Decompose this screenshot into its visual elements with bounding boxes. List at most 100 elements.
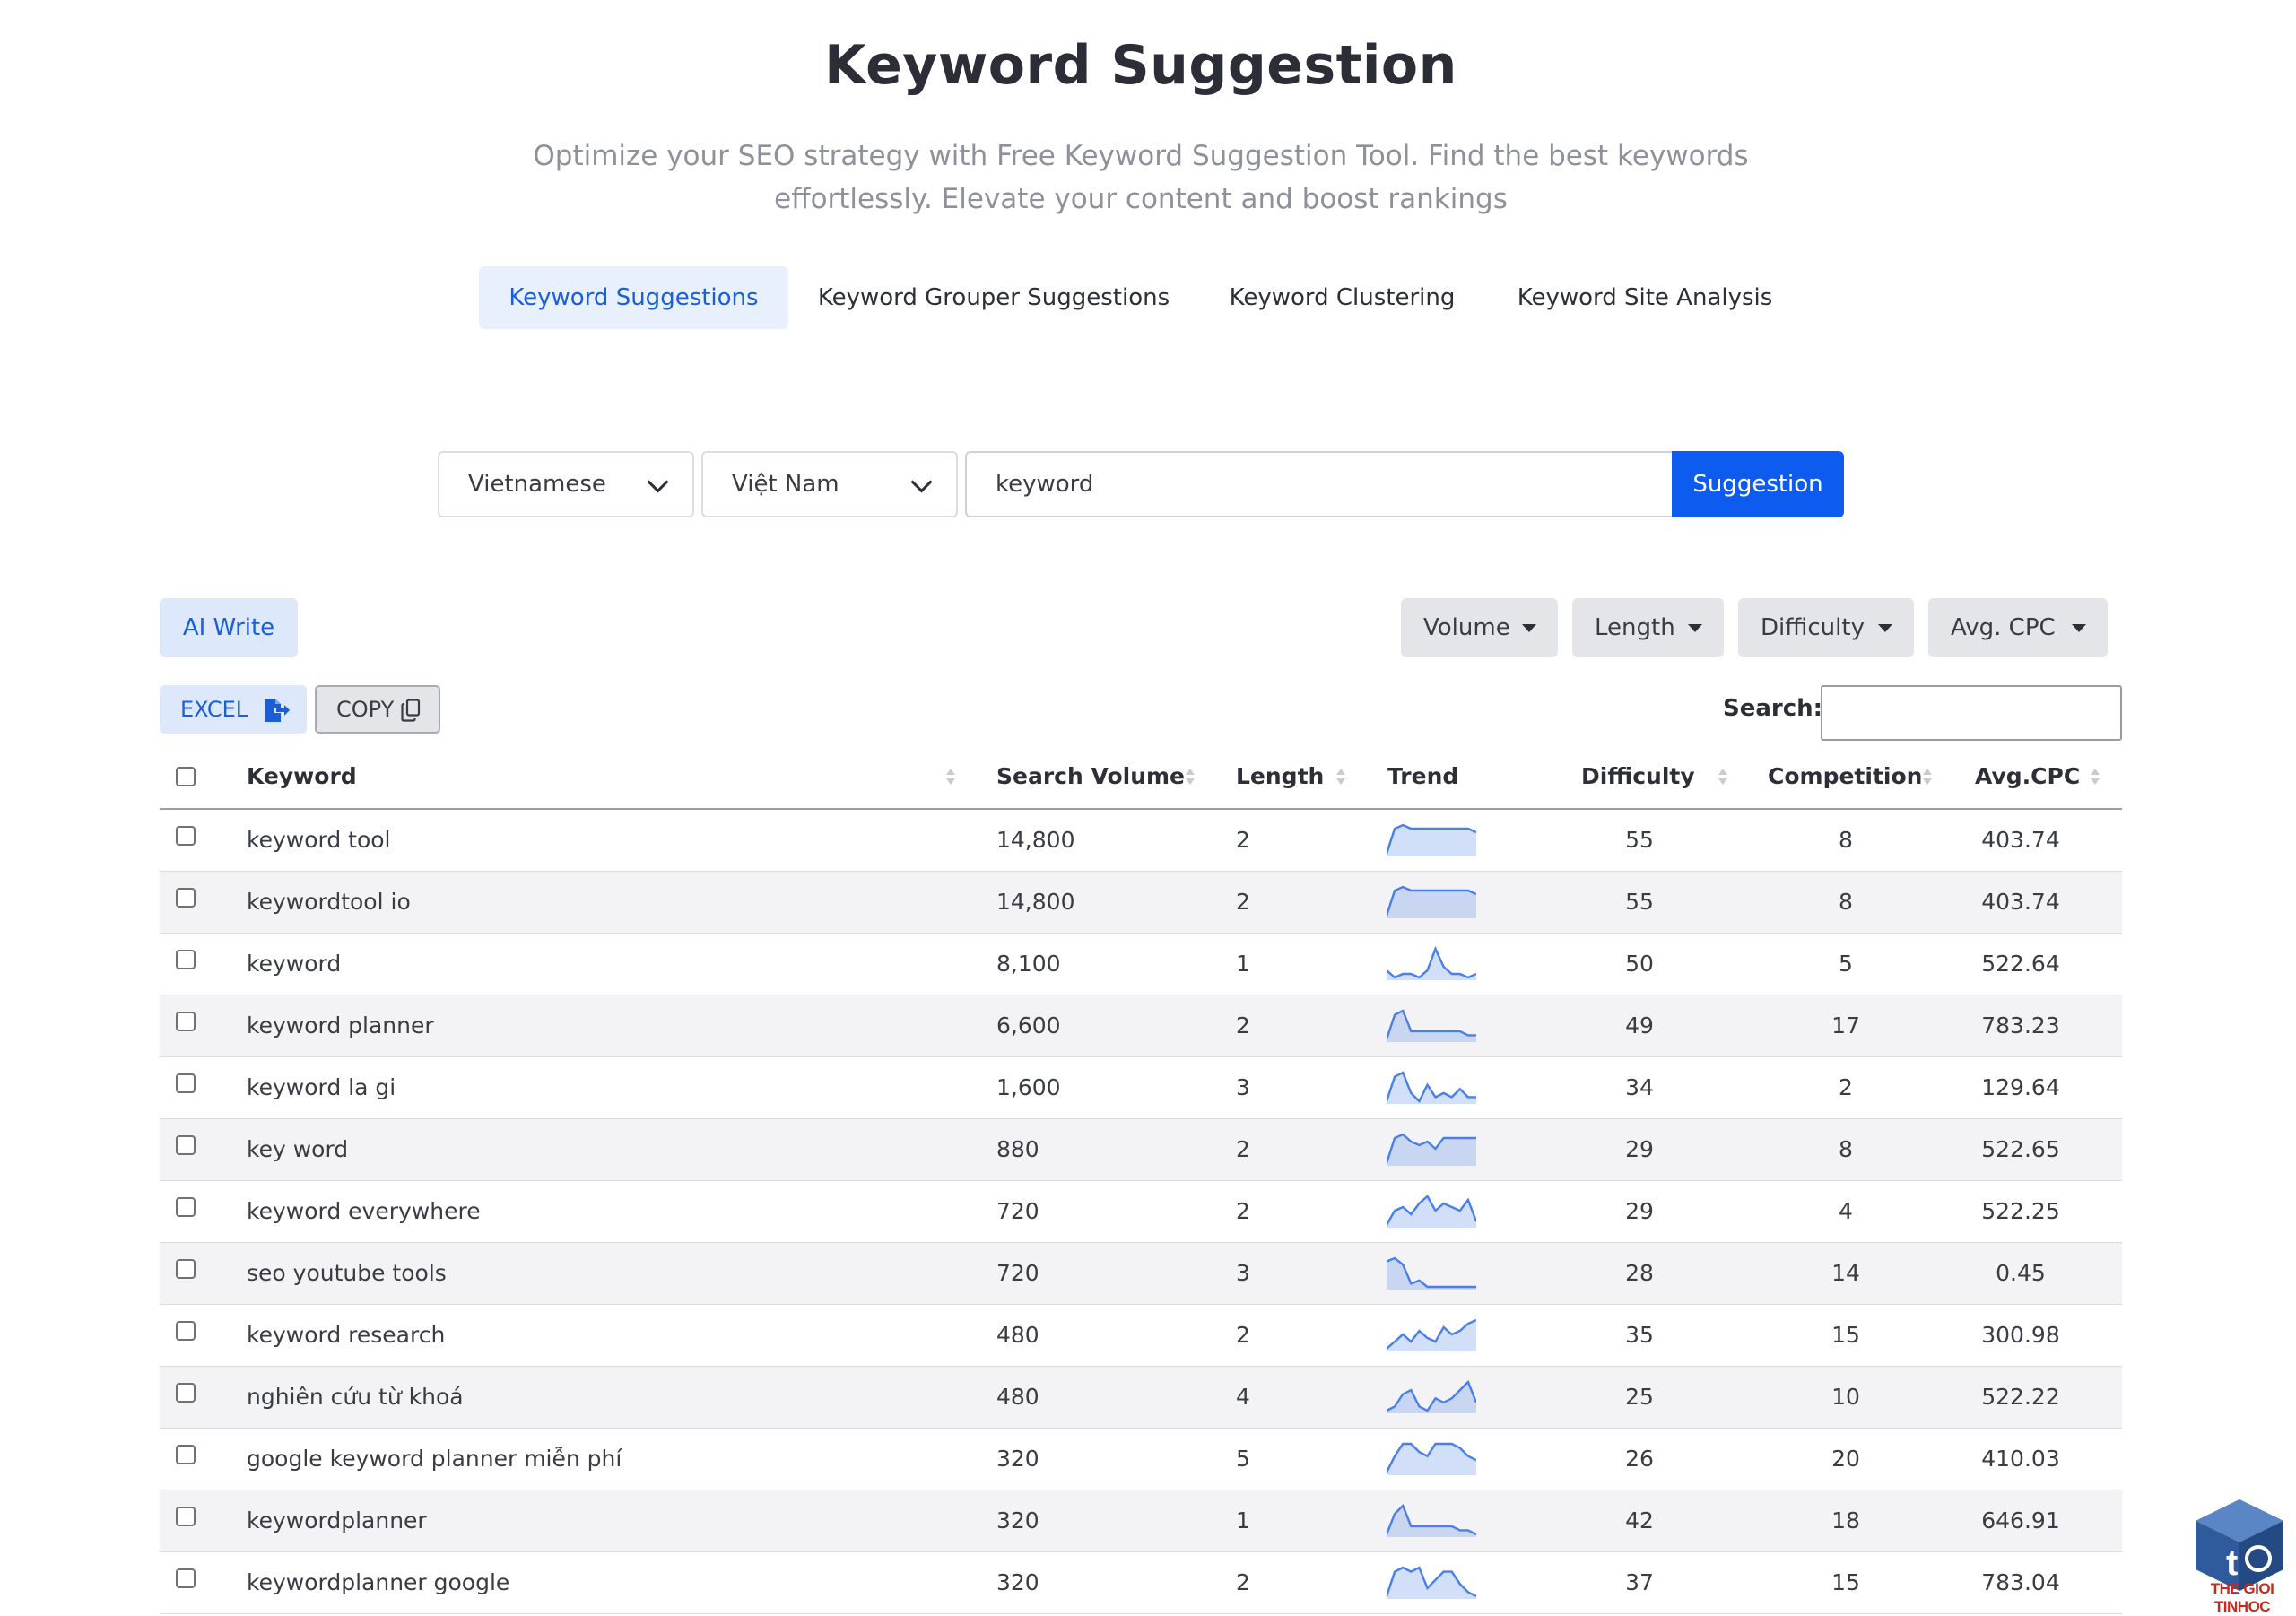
row-checkbox[interactable]	[176, 826, 196, 846]
column-header-difficulty[interactable]: Difficulty	[1581, 745, 1695, 808]
length-cell: 2	[1236, 1012, 1250, 1038]
difficulty-cell: 29	[1625, 1198, 1654, 1224]
column-header-avg-cpc[interactable]: Avg.CPC	[1975, 745, 2080, 808]
search-volume-cell: 720	[996, 1260, 1039, 1286]
volume-filter-dropdown[interactable]: Volume	[1401, 598, 1558, 657]
difficulty-cell: 29	[1625, 1136, 1654, 1162]
keyword-cell: keyword	[247, 951, 342, 977]
difficulty-cell: 37	[1625, 1569, 1654, 1595]
country-select[interactable]: Việt Nam	[701, 451, 958, 517]
table-row[interactable]: keywordplanner 320 1 42 18 646.91	[160, 1490, 2122, 1552]
suggestion-button[interactable]: Suggestion	[1672, 451, 1844, 517]
table-row[interactable]: keyword 8,100 1 50 5 522.64	[160, 934, 2122, 995]
row-checkbox[interactable]	[176, 1259, 196, 1279]
table-row[interactable]: keyword everywhere 720 2 29 4 522.25	[160, 1181, 2122, 1243]
competition-cell: 8	[1839, 1136, 1853, 1162]
length-cell: 4	[1236, 1384, 1250, 1410]
caret-down-icon	[2072, 624, 2086, 632]
row-checkbox[interactable]	[176, 1197, 196, 1217]
row-checkbox[interactable]	[176, 1073, 196, 1093]
copy-button[interactable]: COPY	[315, 685, 440, 734]
trend-sparkline	[1387, 1442, 1476, 1475]
table-row[interactable]: key word 880 2 29 8 522.65	[160, 1119, 2122, 1181]
keyword-cell: seo youtube tools	[247, 1260, 447, 1286]
difficulty-cell: 50	[1625, 951, 1654, 977]
length-cell: 3	[1236, 1260, 1250, 1286]
competition-cell: 8	[1839, 889, 1853, 915]
keyword-cell: google keyword planner miễn phí	[247, 1446, 622, 1472]
table-row[interactable]: nghiên cứu từ khoá 480 4 25 10 522.22	[160, 1367, 2122, 1429]
row-checkbox[interactable]	[176, 1507, 196, 1526]
difficulty-filter-dropdown[interactable]: Difficulty	[1738, 598, 1914, 657]
avg-cpc-filter-dropdown[interactable]: Avg. CPC	[1928, 598, 2108, 657]
table-row[interactable]: keyword planner 6,600 2 49 17 783.23	[160, 995, 2122, 1057]
avg-cpc-cell: 403.74	[1981, 889, 2060, 915]
length-cell: 1	[1236, 1507, 1250, 1533]
table-search-input[interactable]	[1821, 685, 2122, 741]
tab-keyword-clustering[interactable]: Keyword Clustering	[1215, 266, 1469, 329]
row-checkbox[interactable]	[176, 1321, 196, 1341]
sort-icon[interactable]	[1336, 769, 1345, 786]
row-checkbox[interactable]	[176, 1135, 196, 1155]
length-cell: 3	[1236, 1074, 1250, 1100]
table-row[interactable]: google keyword planner miễn phí 320 5 26 20 4…	[160, 1429, 2122, 1490]
sort-icon[interactable]	[946, 769, 955, 786]
length-cell: 2	[1236, 1569, 1250, 1595]
difficulty-cell: 34	[1625, 1074, 1654, 1100]
tool-tabs: Keyword Suggestions Keyword Grouper Sugg…	[0, 266, 2296, 329]
avg-cpc-cell: 403.74	[1981, 827, 2060, 853]
excel-export-button[interactable]: EXCEL	[160, 685, 307, 734]
trend-sparkline	[1387, 885, 1476, 918]
row-checkbox[interactable]	[176, 888, 196, 908]
table-body: keyword tool 14,800 2 55 8 403.74 keywordtool …	[160, 810, 2122, 1614]
tab-keyword-grouper-suggestions[interactable]: Keyword Grouper Suggestions	[801, 266, 1187, 329]
copy-label: COPY	[336, 697, 395, 722]
sort-icon[interactable]	[1186, 769, 1195, 786]
keyword-input[interactable]	[965, 451, 1674, 517]
search-volume-cell: 1,600	[996, 1074, 1061, 1100]
tab-keyword-site-analysis[interactable]: Keyword Site Analysis	[1501, 266, 1788, 329]
competition-cell: 20	[1831, 1446, 1860, 1472]
tab-keyword-suggestions[interactable]: Keyword Suggestions	[479, 266, 788, 329]
column-header-competition[interactable]: Competition	[1768, 745, 1922, 808]
language-select[interactable]: Vietnamese	[438, 451, 694, 517]
trend-sparkline	[1387, 1195, 1476, 1228]
search-volume-cell: 14,800	[996, 827, 1075, 853]
table-row[interactable]: keyword tool 14,800 2 55 8 403.74	[160, 810, 2122, 872]
row-checkbox[interactable]	[176, 1012, 196, 1031]
length-filter-label: Length	[1595, 614, 1675, 641]
table-row[interactable]: keywordplanner google 320 2 37 15 783.04	[160, 1552, 2122, 1614]
select-all-checkbox[interactable]	[176, 767, 196, 786]
search-volume-cell: 320	[996, 1569, 1039, 1595]
avg-cpc-cell: 783.23	[1981, 1012, 2060, 1038]
table-row[interactable]: keywordtool io 14,800 2 55 8 403.74	[160, 872, 2122, 934]
sort-icon[interactable]	[1718, 769, 1727, 786]
column-header-length[interactable]: Length	[1236, 745, 1324, 808]
sort-icon[interactable]	[2091, 769, 2100, 786]
trend-sparkline	[1387, 1318, 1476, 1351]
trend-sparkline	[1387, 1133, 1476, 1166]
keyword-cell: keywordplanner	[247, 1507, 427, 1533]
competition-cell: 14	[1831, 1260, 1860, 1286]
table-header: Keyword Search Volume Length Trend Diffi…	[160, 745, 2122, 810]
row-checkbox[interactable]	[176, 950, 196, 969]
table-row[interactable]: keyword research 480 2 35 15 300.98	[160, 1305, 2122, 1367]
row-checkbox[interactable]	[176, 1383, 196, 1403]
column-header-keyword[interactable]: Keyword	[247, 745, 357, 808]
length-cell: 5	[1236, 1446, 1250, 1472]
length-filter-dropdown[interactable]: Length	[1572, 598, 1724, 657]
search-volume-cell: 480	[996, 1322, 1039, 1348]
chevron-down-icon	[647, 471, 669, 493]
search-volume-cell: 480	[996, 1384, 1039, 1410]
ai-write-button[interactable]: AI Write	[160, 598, 298, 657]
table-row[interactable]: seo youtube tools 720 3 28 14 0.45	[160, 1243, 2122, 1305]
trend-sparkline	[1387, 823, 1476, 856]
row-checkbox[interactable]	[176, 1445, 196, 1464]
length-cell: 2	[1236, 1322, 1250, 1348]
sort-icon[interactable]	[1923, 769, 1932, 786]
table-row[interactable]: keyword la gi 1,600 3 34 2 129.64	[160, 1057, 2122, 1119]
row-checkbox[interactable]	[176, 1568, 196, 1588]
competition-cell: 15	[1831, 1569, 1860, 1595]
keyword-cell: keyword tool	[247, 827, 391, 853]
column-header-search-volume[interactable]: Search Volume	[996, 745, 1185, 808]
